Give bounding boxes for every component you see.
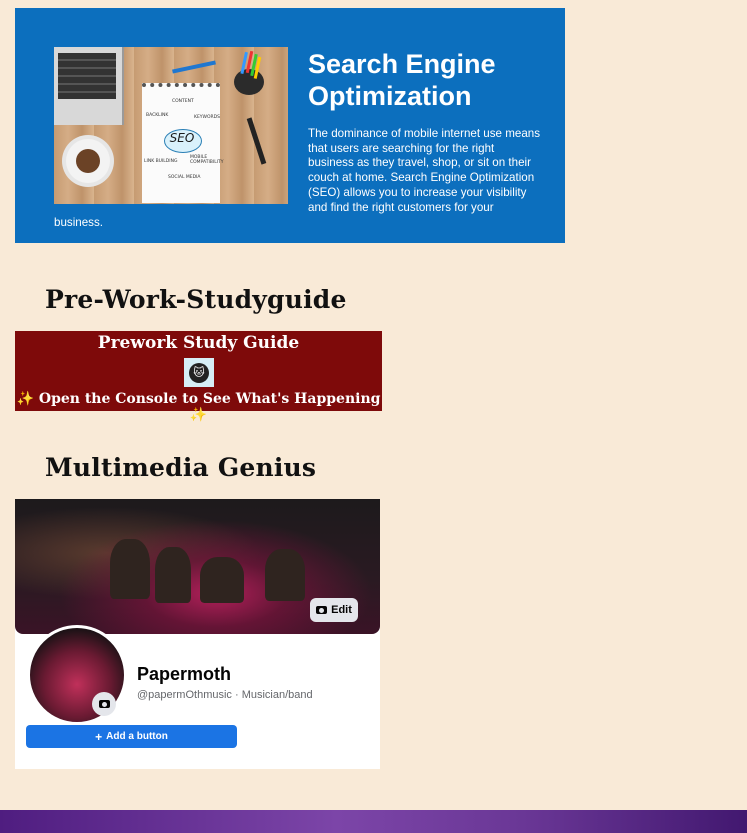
- band-member-figure: [110, 539, 150, 599]
- add-a-button[interactable]: + Add a button: [26, 725, 237, 748]
- multimedia-project-card[interactable]: Edit Papermoth @papermOthmusic · Musicia…: [15, 499, 380, 769]
- prework-heading: Pre-Work-Studyguide: [45, 285, 347, 314]
- band-member-figure: [265, 549, 305, 601]
- coffee-cup-illustration: [66, 139, 110, 183]
- note-social-media: SOCIAL MEDIA: [168, 175, 201, 180]
- plus-icon: +: [95, 729, 103, 744]
- prework-banner-title: Prework Study Guide: [97, 333, 300, 353]
- blue-pen-illustration: [172, 60, 216, 74]
- cat-logo-icon: 🐱: [184, 358, 214, 387]
- prework-banner-subtitle: ✨ Open the Console to See What's Happeni…: [15, 391, 382, 423]
- note-content: CONTENT: [172, 99, 194, 104]
- seo-word: SEO: [169, 131, 195, 145]
- seo-desk-image: CONTENT BACKLINK KEYWORDS SEO LINK BUILD…: [54, 47, 288, 204]
- laptop-illustration: [54, 47, 124, 125]
- page-handle: @papermOthmusic · Musician/band: [137, 689, 313, 701]
- seo-title: Search Engine Optimization: [308, 49, 496, 111]
- pencil-cup-illustration: [234, 69, 264, 95]
- note-keywords: KEYWORDS: [194, 115, 220, 120]
- band-member-figure: [155, 547, 191, 603]
- multimedia-heading: Multimedia Genius: [45, 453, 317, 482]
- avatar-camera-button[interactable]: [92, 692, 116, 716]
- camera-icon: [98, 700, 110, 708]
- footer-strip: [0, 810, 747, 833]
- sparkle-icon-left: ✨: [16, 391, 34, 407]
- note-link-building: LINK BUILDING: [144, 159, 178, 164]
- band-member-figure: [200, 557, 244, 603]
- black-pen-illustration: [246, 117, 267, 165]
- camera-icon: [316, 606, 328, 614]
- edit-cover-button[interactable]: Edit: [310, 598, 358, 622]
- add-a-button-label: Add a button: [106, 731, 168, 742]
- seo-description: The dominance of mobile internet use mea…: [308, 127, 541, 214]
- page-name: Papermoth: [137, 664, 232, 684]
- seo-project-card[interactable]: CONTENT BACKLINK KEYWORDS SEO LINK BUILD…: [15, 8, 565, 243]
- sparkle-icon-right: ✨: [189, 407, 208, 423]
- note-mobile: MOBILE COMPATIBILITY: [190, 155, 224, 165]
- seo-description-tail: business.: [54, 216, 103, 229]
- page: CONTENT BACKLINK KEYWORDS SEO LINK BUILD…: [0, 0, 747, 833]
- prework-subtitle-text: Open the Console to See What's Happening: [38, 391, 381, 407]
- prework-banner[interactable]: Prework Study Guide 🐱 ✨ Open the Console…: [15, 331, 382, 423]
- seo-notebook-illustration: CONTENT BACKLINK KEYWORDS SEO LINK BUILD…: [142, 83, 224, 203]
- edit-cover-label: Edit: [331, 604, 352, 616]
- note-backlink: BACKLINK: [146, 113, 169, 118]
- cat-icon: 🐱: [189, 362, 209, 383]
